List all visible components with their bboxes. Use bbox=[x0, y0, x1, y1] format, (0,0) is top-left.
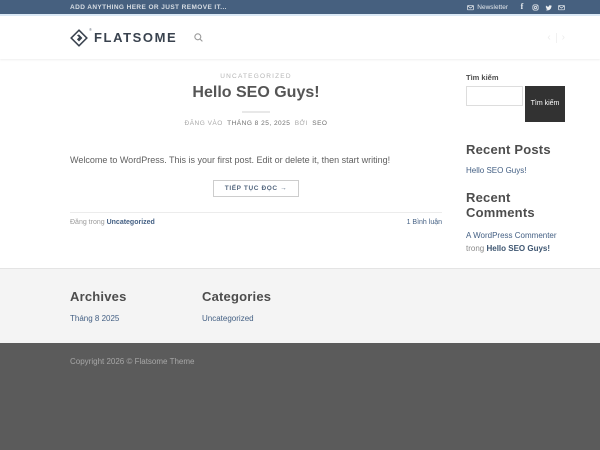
commenter-link[interactable]: A WordPress Commenter bbox=[466, 231, 557, 240]
twitter-icon[interactable] bbox=[544, 3, 552, 11]
meta-prefix: ĐĂNG VÀO bbox=[184, 120, 223, 127]
post-category-link[interactable]: UNCATEGORIZED bbox=[70, 73, 442, 80]
post-meta: ĐĂNG VÀO THÁNG 8 25, 2025 BỞI SEO bbox=[70, 120, 442, 127]
search-form: Tìm kiếm bbox=[466, 86, 566, 122]
meta-by: BỞI bbox=[294, 120, 308, 127]
copyright-text: Copyright 2026 © Flatsome Theme bbox=[70, 357, 195, 366]
footer-widgets: Archives Tháng 8 2025 Categories Uncateg… bbox=[0, 268, 600, 343]
next-arrow-icon[interactable]: › bbox=[562, 32, 565, 43]
posted-in: Đăng trong Uncategorized bbox=[70, 219, 155, 226]
social-icons: f bbox=[518, 3, 565, 11]
sidebar-search-input[interactable] bbox=[466, 86, 523, 106]
recent-comments-heading: Recent Comments bbox=[466, 190, 535, 220]
post-article: UNCATEGORIZED Hello SEO Guys! ĐĂNG VÀO T… bbox=[70, 59, 442, 226]
registered-mark: ® bbox=[89, 26, 92, 32]
post-excerpt: Welcome to WordPress. This is your first… bbox=[70, 155, 391, 165]
instagram-icon[interactable] bbox=[531, 3, 539, 11]
email-icon[interactable] bbox=[557, 3, 565, 11]
newsletter-envelope-icon bbox=[466, 3, 474, 11]
comment-post-link[interactable]: Hello SEO Guys! bbox=[486, 244, 550, 253]
main-content: UNCATEGORIZED Hello SEO Guys! ĐĂNG VÀO T… bbox=[0, 59, 600, 268]
search-label: Tìm kiếm bbox=[466, 73, 499, 82]
logo-text: FLATSOME bbox=[94, 30, 178, 45]
topbar-message: ADD ANYTHING HERE OR JUST REMOVE IT... bbox=[70, 3, 227, 11]
recent-post-link[interactable]: Hello SEO Guys! bbox=[466, 166, 566, 175]
newsletter-link[interactable]: Newsletter bbox=[466, 3, 508, 11]
sidebar-search-button[interactable]: Tìm kiếm bbox=[525, 86, 565, 122]
recent-comment-item: A WordPress Commenter trong Hello SEO Gu… bbox=[466, 229, 566, 255]
arrow-divider bbox=[555, 32, 557, 43]
absolute-footer: Copyright 2026 © Flatsome Theme bbox=[0, 343, 600, 450]
comments-link[interactable]: 1 Bình luận bbox=[407, 219, 442, 226]
comment-connector: trong bbox=[466, 244, 485, 254]
archives-widget: Archives Tháng 8 2025 bbox=[70, 289, 202, 343]
categories-widget: Categories Uncategorized bbox=[202, 289, 334, 343]
flatsome-diamond-icon: ® bbox=[70, 27, 92, 47]
archives-heading: Archives bbox=[70, 289, 127, 304]
newsletter-label: Newsletter bbox=[477, 3, 508, 11]
top-bar: ADD ANYTHING HERE OR JUST REMOVE IT... N… bbox=[0, 0, 600, 14]
site-logo[interactable]: ® FLATSOME bbox=[70, 27, 178, 47]
post-author-link[interactable]: SEO bbox=[312, 120, 327, 127]
posted-in-label: Đăng trong bbox=[70, 218, 105, 226]
post-footer-meta: Đăng trong Uncategorized 1 Bình luận bbox=[70, 211, 442, 226]
sidebar: Tìm kiếm Tìm kiếm Recent Posts Hello SEO… bbox=[466, 59, 566, 255]
prev-arrow-icon[interactable]: ‹ bbox=[547, 32, 550, 43]
title-divider bbox=[242, 111, 270, 113]
archive-month-link[interactable]: Tháng 8 2025 bbox=[70, 314, 202, 323]
read-more-row: TIẾP TỤC ĐỌC → bbox=[70, 177, 442, 197]
read-more-button[interactable]: TIẾP TỤC ĐỌC → bbox=[212, 179, 300, 197]
site-header: ® FLATSOME ‹ › bbox=[0, 16, 600, 59]
recent-posts-heading: Recent Posts bbox=[466, 142, 551, 157]
post-date-link[interactable]: THÁNG 8 25, 2025 bbox=[227, 120, 290, 127]
posted-in-category-link[interactable]: Uncategorized bbox=[107, 219, 155, 226]
topbar-right: Newsletter f bbox=[466, 3, 565, 11]
search-icon[interactable] bbox=[193, 32, 204, 43]
categories-heading: Categories bbox=[202, 289, 272, 304]
facebook-icon[interactable]: f bbox=[518, 3, 526, 11]
header-nav-arrows: ‹ › bbox=[547, 32, 565, 43]
post-title: Hello SEO Guys! bbox=[192, 84, 320, 101]
category-footer-link[interactable]: Uncategorized bbox=[202, 314, 334, 323]
